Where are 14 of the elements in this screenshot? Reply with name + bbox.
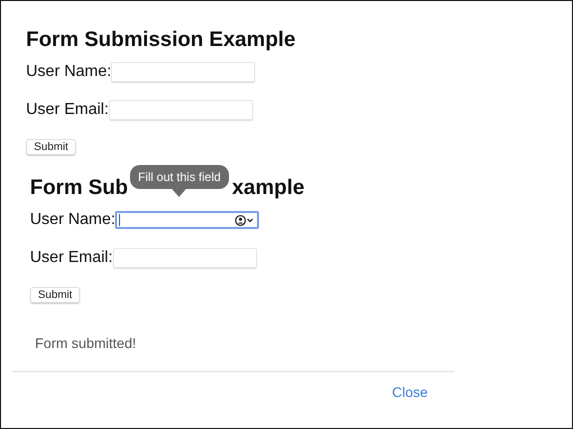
- contact-autofill-icon[interactable]: [235, 214, 256, 226]
- form-heading: Form Sub: [30, 176, 128, 200]
- field-label: User Email:: [30, 249, 113, 267]
- field-label: User Name:: [26, 63, 112, 81]
- close-button[interactable]: Close: [392, 384, 428, 400]
- submit-button[interactable]: Submit: [30, 287, 80, 303]
- status-message: Form submitted!: [34, 334, 138, 351]
- field-label: User Name:: [30, 211, 116, 229]
- field-label: User Email:: [26, 101, 109, 119]
- form-heading: Form Submission Example: [26, 28, 296, 52]
- tooltip-pointer: [172, 189, 186, 197]
- form-heading: xample: [232, 176, 304, 200]
- input-field[interactable]: [115, 211, 260, 229]
- submit-button[interactable]: Submit: [26, 139, 76, 155]
